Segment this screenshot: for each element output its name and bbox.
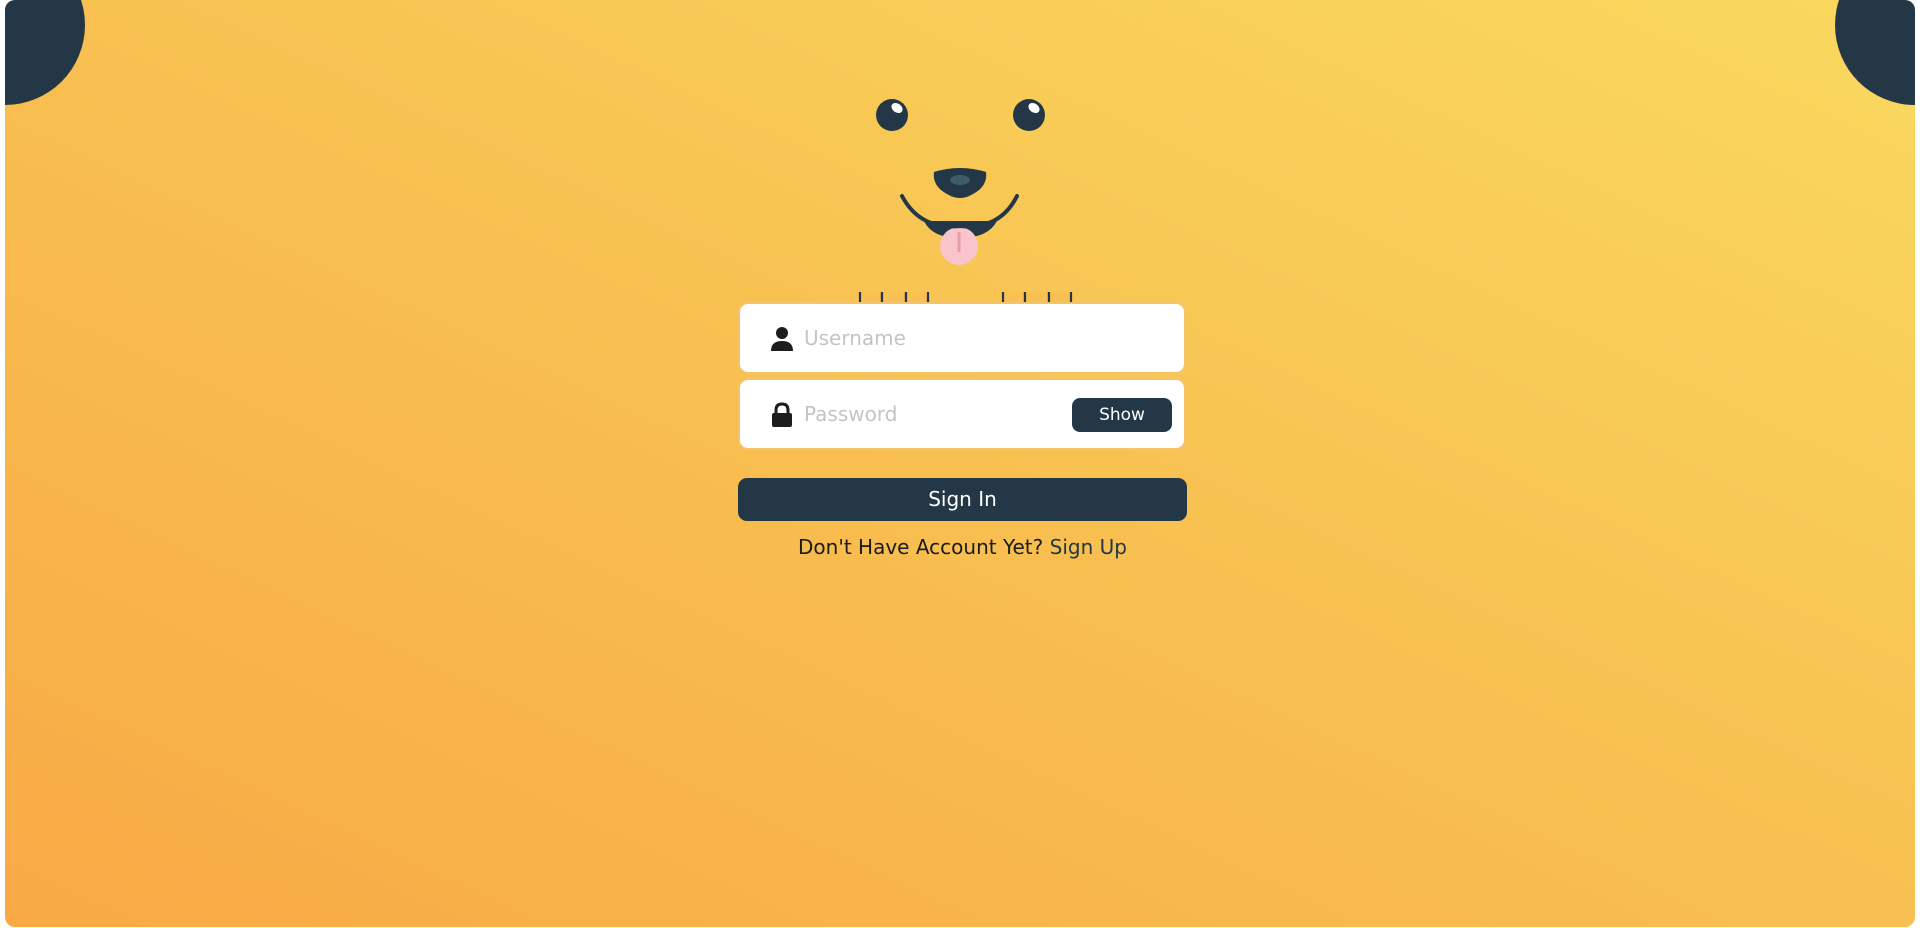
dog-tongue — [940, 227, 978, 265]
right-eye — [1013, 99, 1045, 131]
password-field: Show — [738, 378, 1186, 450]
login-form: Show Sign In Don't Have Account Yet? Sig… — [738, 302, 1190, 559]
user-icon — [771, 327, 793, 351]
sign-up-link[interactable]: Sign Up — [1050, 535, 1127, 559]
dog-face-illustration — [858, 99, 1073, 326]
show-password-button[interactable]: Show — [1072, 398, 1172, 432]
left-eye — [876, 99, 908, 131]
lock-icon — [772, 402, 792, 427]
login-page: Show Sign In Don't Have Account Yet? Sig… — [5, 0, 1915, 927]
sign-in-button[interactable]: Sign In — [738, 478, 1187, 521]
signup-prompt-line: Don't Have Account Yet? Sign Up — [738, 535, 1187, 559]
dog-nose — [933, 168, 987, 198]
password-input[interactable] — [804, 396, 1054, 432]
right-ear — [1835, 0, 1915, 105]
signup-prompt-text: Don't Have Account Yet? — [798, 535, 1044, 559]
left-ear — [5, 0, 85, 105]
username-input[interactable] — [804, 320, 1054, 356]
username-field — [738, 302, 1186, 374]
dog-mouth — [900, 194, 1019, 265]
